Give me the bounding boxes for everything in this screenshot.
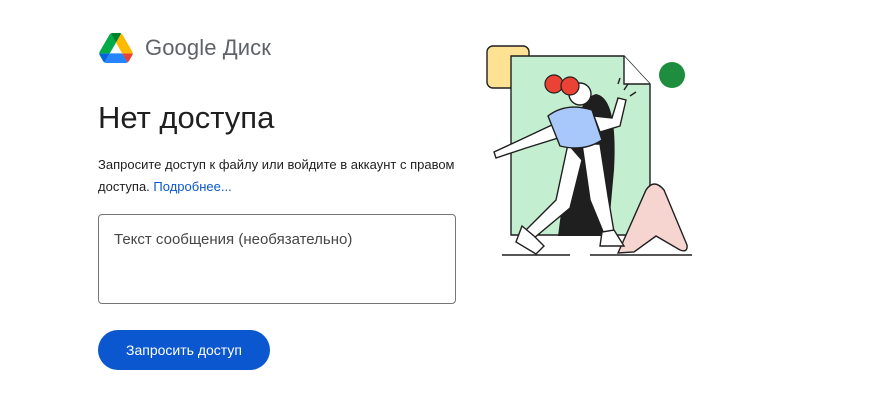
request-access-button[interactable]: Запросить доступ — [98, 330, 270, 370]
brand-name: Google Диск — [145, 35, 271, 60]
header-logo[interactable]: Google Диск — [99, 33, 271, 63]
person-running-out-of-document-illustration — [486, 40, 696, 265]
message-field[interactable] — [98, 214, 456, 304]
message-input[interactable] — [99, 215, 455, 303]
hair-shape — [544, 74, 564, 94]
google-drive-logo-icon — [99, 33, 133, 63]
description-text: Запросите доступ к файлу или войдите в а… — [98, 157, 455, 194]
learn-more-link[interactable]: Подробнее... — [153, 179, 231, 194]
green-dot-shape — [659, 62, 685, 88]
page-title: Нет доступа — [98, 100, 275, 135]
access-description: Запросите доступ к файлу или войдите в а… — [98, 154, 458, 198]
